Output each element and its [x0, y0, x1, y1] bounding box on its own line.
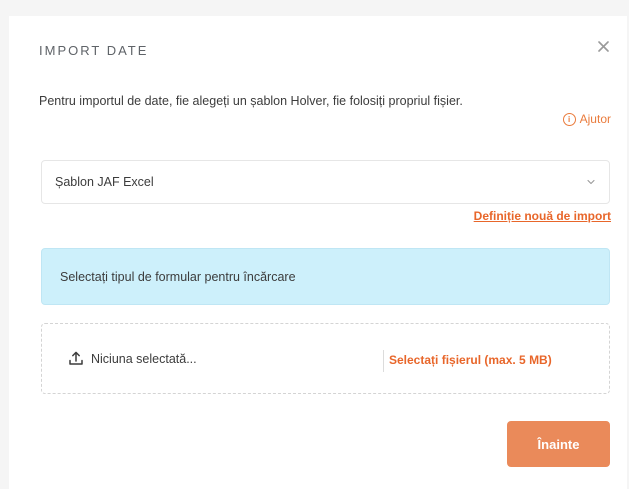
import-dialog: IMPORT DATE Pentru importul de date, fie…	[9, 16, 627, 489]
select-file-button[interactable]: Selectați fișierul (max. 5 MB)	[389, 353, 552, 367]
dialog-title: IMPORT DATE	[39, 43, 149, 58]
close-icon	[597, 40, 609, 52]
chevron-down-icon	[587, 179, 595, 185]
upload-divider	[383, 350, 384, 372]
help-link[interactable]: i Ajutor	[562, 112, 611, 126]
file-upload-area[interactable]: Niciuna selectată... Selectați fișierul …	[41, 323, 610, 394]
intro-text: Pentru importul de date, fie alegeți un …	[39, 94, 463, 108]
help-label: Ajutor	[579, 112, 611, 126]
info-box-text: Selectați tipul de formular pentru încăr…	[60, 270, 296, 284]
selected-file-name: Niciuna selectată...	[91, 352, 197, 366]
close-button[interactable]	[595, 38, 611, 54]
next-button[interactable]: Înainte	[507, 421, 610, 467]
upload-icon	[69, 351, 83, 365]
template-select[interactable]: Șablon JAF Excel	[41, 160, 610, 204]
info-circle-icon: i	[562, 112, 576, 126]
template-select-value: Șablon JAF Excel	[55, 175, 154, 189]
info-box: Selectați tipul de formular pentru încăr…	[41, 248, 610, 305]
new-import-definition-link[interactable]: Definiție nouă de import	[474, 209, 611, 223]
